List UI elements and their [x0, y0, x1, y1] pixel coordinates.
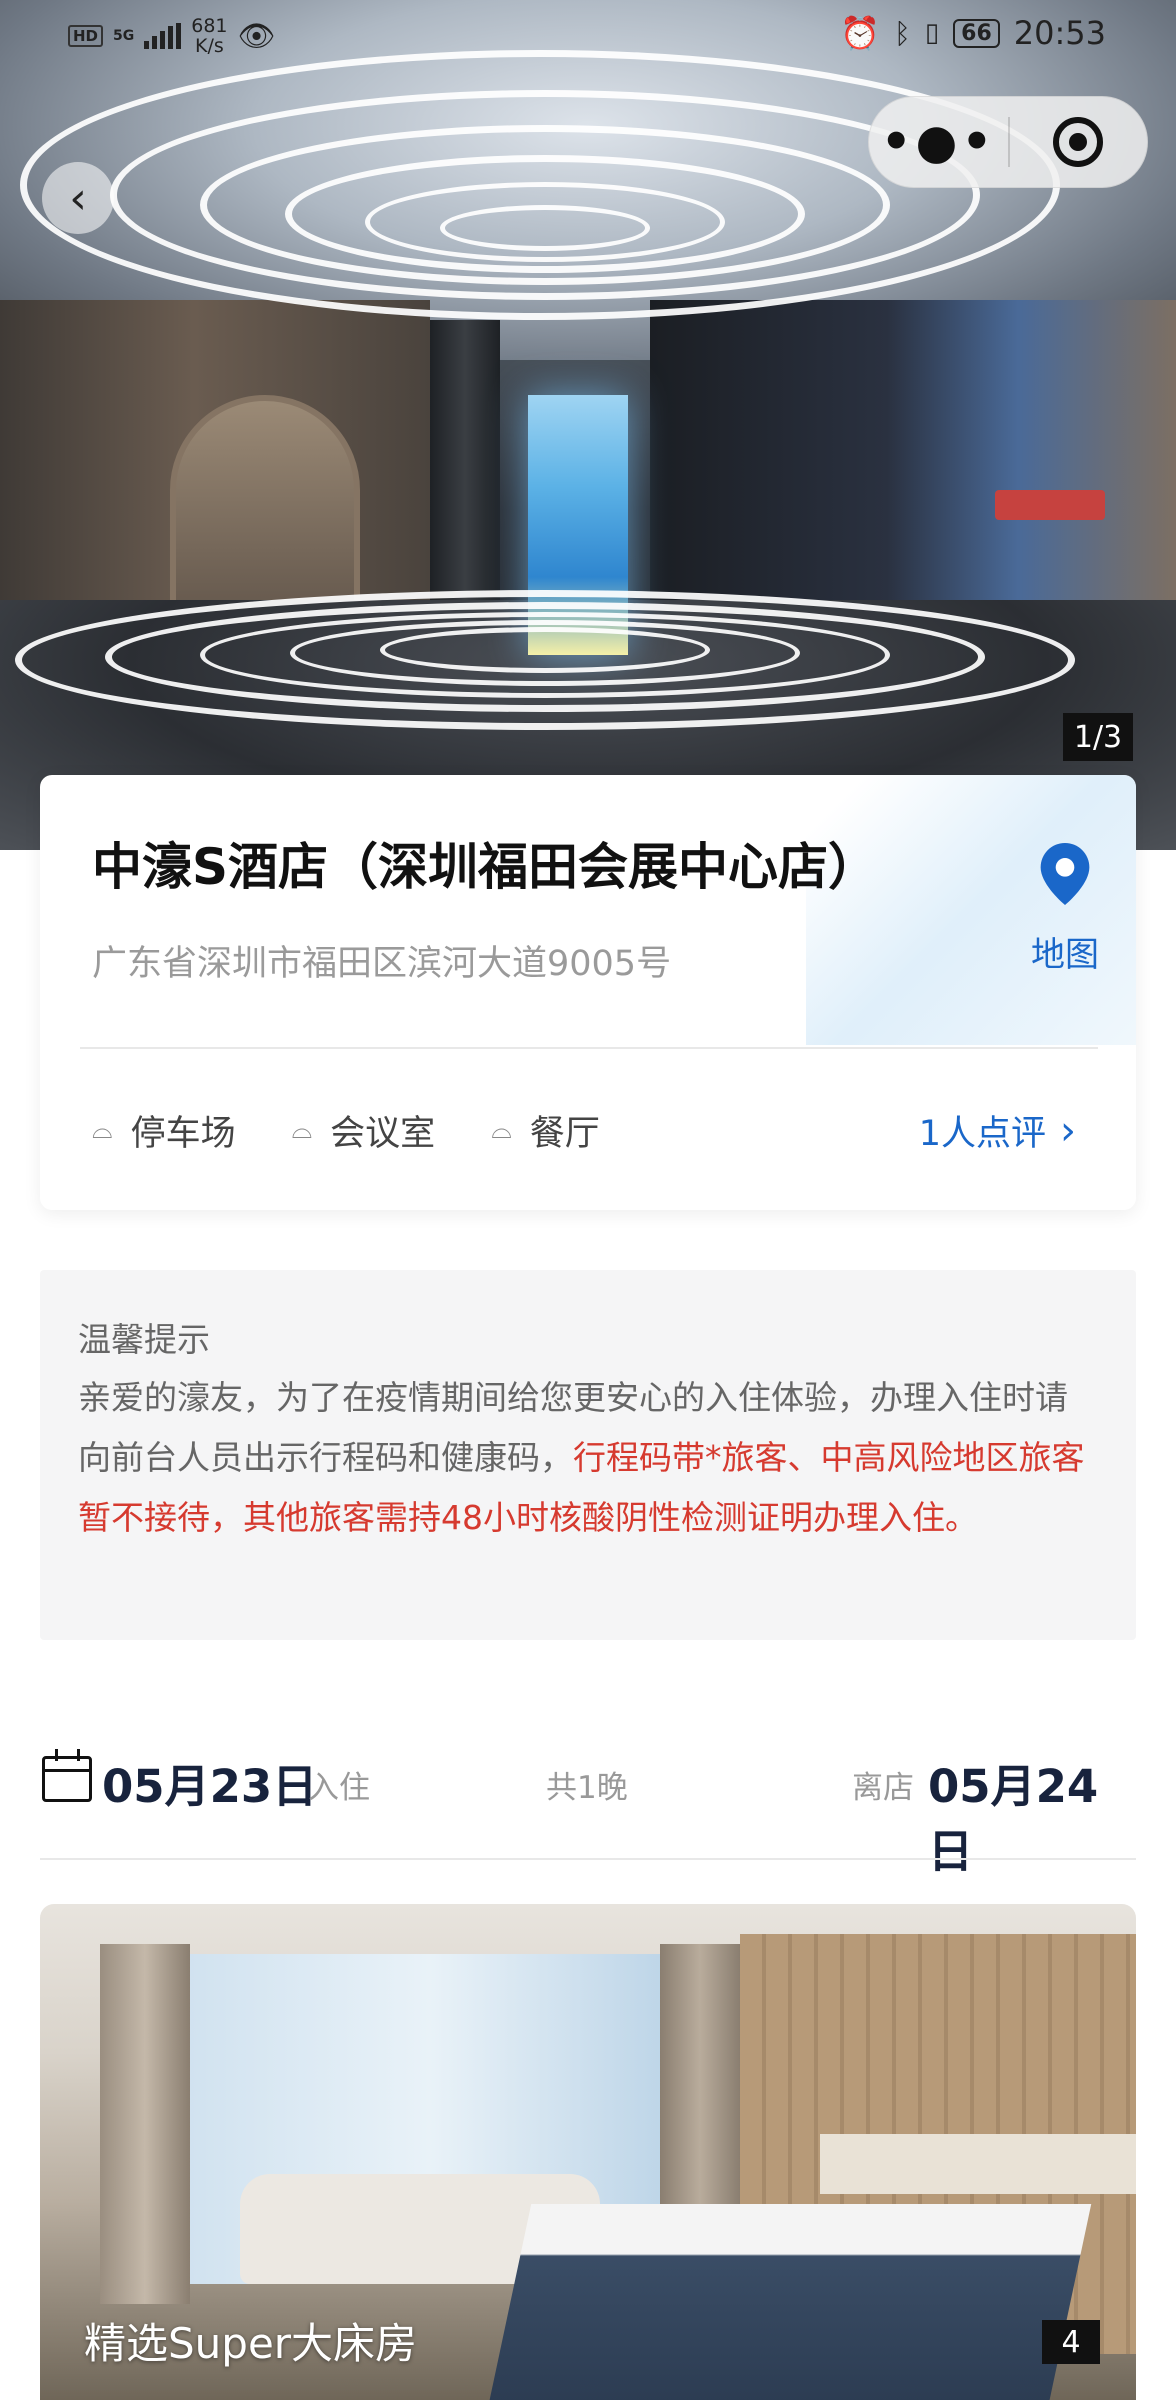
status-left: HD 5G 681 K/s 👁 [68, 16, 276, 56]
map-label: 地图 [1031, 935, 1099, 975]
clock: 20:53 [1013, 14, 1106, 52]
dates-divider [40, 1858, 1136, 1860]
facility-item: ⌓ 停车场 [92, 1105, 236, 1156]
checkin-label: 入住 [308, 1770, 370, 1806]
map-button[interactable]: 地图 [1000, 843, 1130, 976]
facility-list: ⌓ 停车场 ⌓ 会议室 ⌓ 餐厅 [92, 1105, 600, 1156]
floor-ring [380, 627, 710, 673]
back-button[interactable]: ‹ [42, 162, 114, 234]
room-photo-count: 4 [1042, 2320, 1100, 2364]
gallery-pager: 1/3 [1063, 713, 1133, 761]
stay-dates-row[interactable]: 05月23日 入住 共1晚 离店 05月24日 [40, 1742, 1136, 1878]
notice-title: 温馨提示 [78, 1320, 210, 1359]
hotel-address[interactable]: 广东省深圳市福田区滨河大道9005号 [92, 935, 671, 986]
notice-panel: 温馨提示 亲爱的濠友，为了在疫情期间给您更安心的入住体验，办理入住时请向前台人员… [40, 1270, 1136, 1640]
nights-count: 共1晚 [546, 1770, 628, 1806]
more-options-button[interactable]: •●• [869, 118, 1008, 166]
facility-item: ⌓ 餐厅 [491, 1105, 600, 1156]
reviews-label: 1人点评 [918, 1114, 1046, 1154]
reviews-link[interactable]: 1人点评 › [919, 1105, 1076, 1156]
status-bar: HD 5G 681 K/s 👁 ⏰ ᛒ ▯ 66 20:53 [0, 0, 1176, 70]
checkout-label: 离店 [852, 1770, 914, 1806]
room-card[interactable]: 精选Super大床房 4 [40, 1904, 1136, 2400]
chevron-right-icon: › [1060, 1107, 1076, 1154]
facility-label: 餐厅 [529, 1114, 600, 1154]
eye-icon: 👁 [237, 18, 276, 54]
more-dots-icon: •●• [880, 114, 997, 170]
network-type: 5G [113, 28, 135, 44]
close-miniprogram-button[interactable] [1010, 117, 1147, 167]
hd-badge: HD [68, 25, 104, 47]
vibrate-icon: ▯ [924, 18, 940, 48]
battery-icon: 66 [953, 18, 1000, 48]
location-pin-icon [1040, 843, 1090, 905]
calendar-icon [42, 1749, 92, 1802]
checkin-date[interactable]: 05月23日 [102, 1750, 317, 1815]
facility-label: 停车场 [130, 1114, 236, 1154]
notice-body: 亲爱的濠友，为了在疫情期间给您更安心的入住体验，办理入住时请向前台人员出示行程码… [78, 1368, 1098, 1548]
hotel-info-card: 中濠S酒店（深圳福田会展中心店） 广东省深圳市福田区滨河大道9005号 地图 ⌓… [40, 775, 1136, 1210]
hotel-name: 中濠S酒店（深圳福田会展中心店） [92, 838, 879, 896]
ceiling-ring [440, 205, 650, 251]
status-right: ⏰ ᛒ ▯ 66 20:53 [840, 14, 1106, 52]
speed-unit: K/s [195, 35, 224, 57]
meeting-room-icon: ⌓ [291, 1115, 313, 1145]
target-icon [1053, 117, 1104, 167]
signal-icon [144, 23, 182, 49]
facility-label: 会议室 [330, 1114, 436, 1154]
network-speed: 681 K/s [191, 16, 227, 56]
alarm-icon: ⏰ [840, 14, 881, 52]
restaurant-icon: ⌓ [491, 1115, 512, 1145]
facility-item: ⌓ 会议室 [292, 1105, 436, 1156]
bluetooth-icon: ᛒ [894, 16, 911, 50]
checkout-date[interactable]: 05月24日 [928, 1750, 1136, 1880]
chevron-left-icon: ‹ [69, 172, 87, 224]
room-curtain [100, 1944, 190, 2304]
miniprogram-capsule: •●• [868, 96, 1148, 188]
room-bed [488, 2204, 1092, 2400]
room-name: 精选Super大床房 [84, 2319, 418, 2368]
lobby-awning [995, 490, 1105, 520]
parking-icon: ⌓ [92, 1115, 113, 1145]
card-divider [80, 1047, 1098, 1049]
room-headboard [820, 2134, 1136, 2194]
speed-value: 681 [191, 15, 228, 37]
